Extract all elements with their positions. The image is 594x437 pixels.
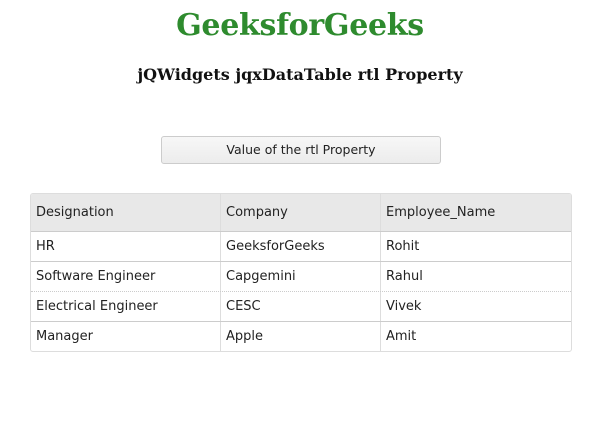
table-header-row: Designation Company Employee_Name [31,194,571,232]
cell-designation: HR [31,232,221,261]
cell-company: GeeksforGeeks [221,232,381,261]
cell-designation: Manager [31,322,221,351]
cell-designation: Software Engineer [31,262,221,291]
table-row[interactable]: Manager Apple Amit [31,321,571,351]
cell-employee-name: Amit [386,329,417,344]
column-header-company[interactable]: Company [221,194,381,231]
column-header-designation[interactable]: Designation [31,194,221,231]
site-title: GeeksforGeeks [176,8,424,43]
cell-company: CESC [221,292,381,321]
page-subtitle: jQWidgets jqxDataTable rtl Property [137,65,463,84]
table-row[interactable]: Electrical Engineer CESC Vivek [31,291,571,321]
cell-employee-name: Rahul [386,269,423,284]
cell-employee-name: Vivek [386,299,422,314]
cell-employee-name: Rohit [386,239,420,254]
cell-designation: Electrical Engineer [31,292,221,321]
cell-company: Capgemini [221,262,381,291]
table-row[interactable]: HR GeeksforGeeks Rohit [31,232,571,261]
column-header-employee-name[interactable]: Employee_Name [381,194,571,231]
table-row[interactable]: Software Engineer Capgemini Rahul [31,261,571,291]
data-table: Designation Company Employee_Name HR Gee… [30,193,572,352]
cell-company: Apple [221,322,381,351]
rtl-value-button[interactable]: Value of the rtl Property [161,136,441,164]
